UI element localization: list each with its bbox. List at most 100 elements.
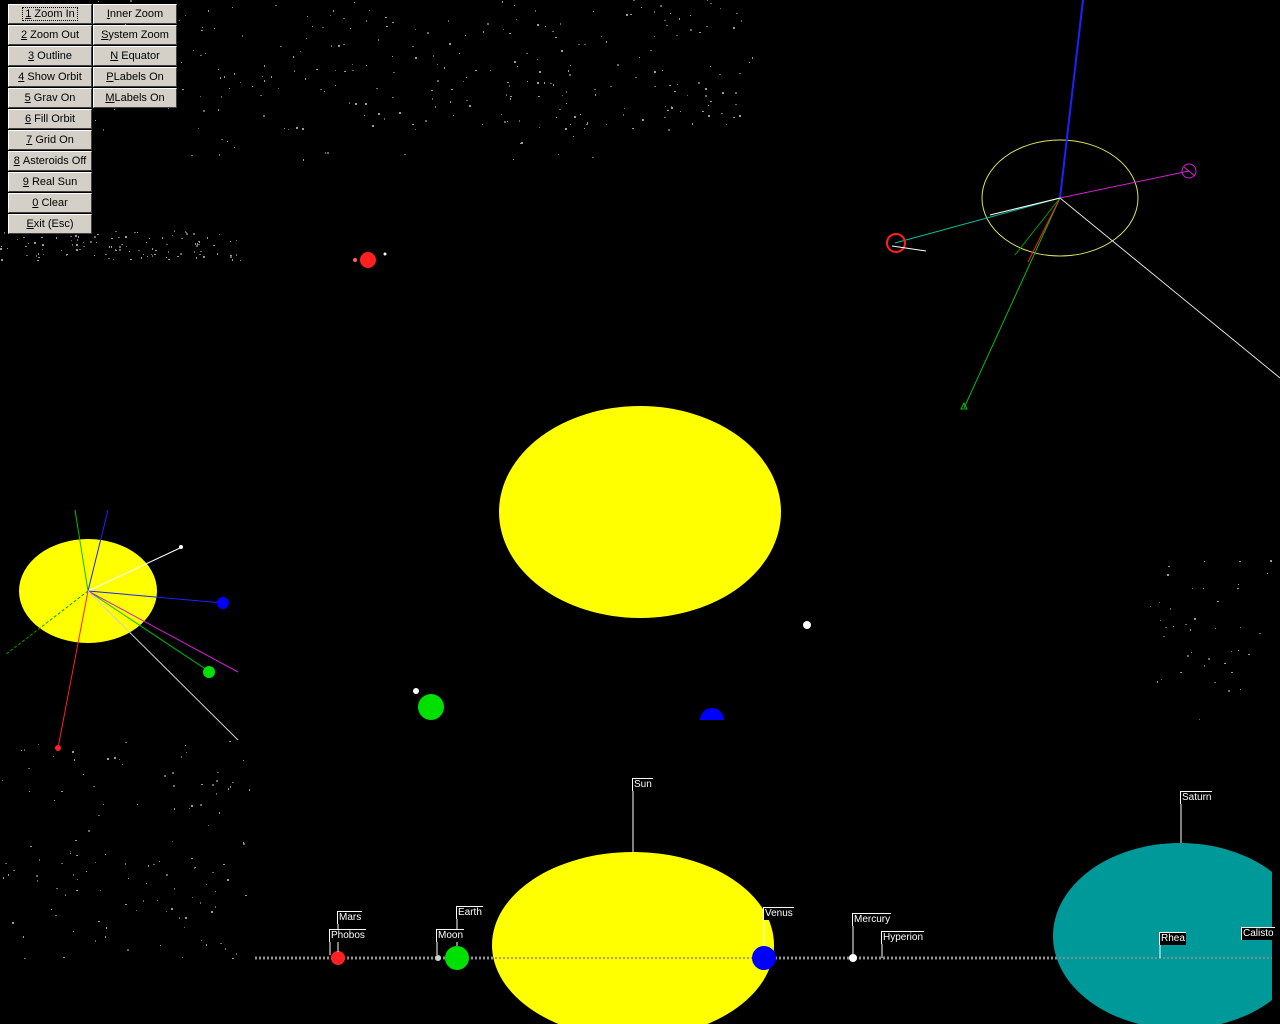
star bbox=[1224, 663, 1226, 664]
star bbox=[203, 256, 205, 257]
star bbox=[739, 73, 741, 74]
button-label: Labels On bbox=[114, 92, 165, 104]
right-button-2[interactable]: N Equator bbox=[93, 46, 177, 66]
star bbox=[13, 870, 15, 871]
star bbox=[506, 94, 507, 96]
star bbox=[218, 109, 219, 111]
star bbox=[280, 46, 282, 47]
star bbox=[199, 254, 201, 255]
star bbox=[509, 33, 511, 34]
mars-moon-dot-2 bbox=[383, 252, 387, 256]
star bbox=[654, 36, 655, 37]
right-button-0[interactable]: Inner Zoom bbox=[93, 4, 177, 24]
star bbox=[78, 236, 79, 238]
star bbox=[141, 257, 142, 259]
star bbox=[70, 853, 71, 854]
star bbox=[305, 78, 306, 80]
star bbox=[1214, 682, 1216, 683]
star bbox=[710, 66, 711, 67]
star bbox=[56, 888, 58, 889]
star bbox=[7, 248, 8, 249]
star bbox=[43, 254, 44, 255]
star bbox=[722, 92, 724, 94]
star bbox=[587, 122, 588, 124]
star bbox=[225, 948, 226, 950]
star bbox=[1231, 651, 1232, 652]
left-button-6[interactable]: 7 Grid On bbox=[8, 130, 92, 150]
right-button-4[interactable]: MLabels On bbox=[93, 88, 177, 108]
star bbox=[412, 124, 414, 125]
star bbox=[148, 865, 149, 867]
star bbox=[76, 244, 78, 246]
button-label: Zoom In bbox=[31, 8, 75, 20]
star bbox=[560, 23, 561, 25]
star bbox=[510, 98, 511, 100]
star bbox=[702, 111, 704, 112]
left-button-1[interactable]: 2 Zoom Out bbox=[8, 25, 92, 45]
left-button-9[interactable]: 0 Clear bbox=[8, 193, 92, 213]
star bbox=[122, 764, 123, 765]
star bbox=[324, 91, 325, 92]
star bbox=[66, 255, 67, 256]
star bbox=[660, 5, 662, 7]
star bbox=[115, 231, 117, 232]
button-hotkey: E bbox=[26, 218, 34, 230]
star bbox=[212, 872, 214, 873]
star bbox=[195, 867, 196, 868]
star bbox=[544, 82, 545, 84]
star bbox=[1191, 652, 1192, 653]
star bbox=[561, 50, 563, 52]
left-button-5[interactable]: 6 Fill Orbit bbox=[8, 109, 92, 129]
star bbox=[130, 259, 132, 260]
star bbox=[36, 255, 37, 257]
left-button-8[interactable]: 9 Real Sun bbox=[8, 172, 92, 192]
right-button-1[interactable]: System Zoom bbox=[93, 25, 177, 45]
axis-line bbox=[963, 197, 1061, 409]
star bbox=[191, 805, 193, 807]
star bbox=[42, 244, 44, 246]
star bbox=[1190, 629, 1191, 631]
star bbox=[109, 246, 110, 248]
left-button-0[interactable]: 1 Zoom In bbox=[8, 4, 92, 24]
star bbox=[566, 91, 567, 93]
left-button-10[interactable]: Exit (Esc) bbox=[8, 214, 92, 234]
star bbox=[219, 812, 220, 814]
star bbox=[260, 95, 262, 96]
star bbox=[51, 909, 52, 910]
star bbox=[230, 786, 231, 788]
right-button-3[interactable]: PLabels On bbox=[93, 67, 177, 87]
button-label: Clear bbox=[38, 197, 68, 209]
star bbox=[98, 921, 100, 922]
star bbox=[594, 89, 596, 90]
star bbox=[174, 230, 175, 232]
star bbox=[669, 85, 671, 86]
star bbox=[517, 66, 518, 67]
left-button-2[interactable]: 3 Outline bbox=[8, 46, 92, 66]
left-button-3[interactable]: 4 Show Orbit bbox=[8, 67, 92, 87]
star bbox=[537, 59, 538, 60]
star bbox=[635, 77, 637, 78]
button-label: Show Orbit bbox=[24, 71, 82, 83]
star bbox=[186, 233, 188, 235]
star bbox=[539, 71, 541, 73]
star bbox=[451, 89, 453, 90]
axis-line bbox=[989, 197, 1061, 216]
star bbox=[674, 91, 676, 92]
star bbox=[174, 888, 175, 890]
left-button-4[interactable]: 5 Grav On bbox=[8, 88, 92, 108]
star bbox=[680, 111, 681, 112]
star bbox=[632, 128, 634, 129]
left-button-7[interactable]: 8 Asteroids Off bbox=[8, 151, 92, 171]
star bbox=[1160, 620, 1161, 621]
star bbox=[39, 859, 40, 861]
star bbox=[568, 70, 569, 72]
star bbox=[155, 250, 157, 251]
star bbox=[34, 242, 36, 244]
star bbox=[1159, 602, 1160, 603]
star bbox=[172, 841, 173, 842]
star bbox=[692, 123, 693, 125]
star bbox=[719, 74, 721, 75]
star bbox=[366, 20, 367, 22]
star bbox=[617, 64, 619, 66]
star bbox=[502, 1, 503, 3]
